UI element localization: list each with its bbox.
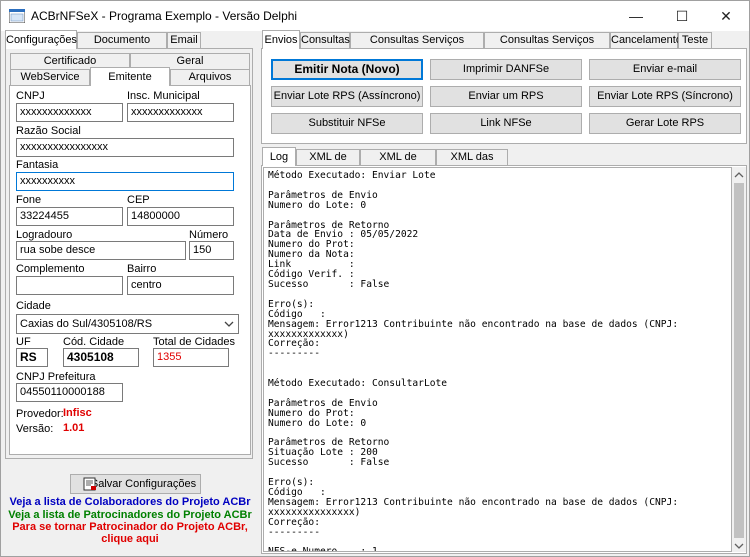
tab-consultas[interactable]: Consultas	[300, 32, 350, 49]
cod-cidade-label: Cód. Cidade	[63, 336, 125, 348]
app-window: ACBrNFSeX - Programa Exemplo - Versão De…	[0, 0, 750, 557]
fone-label: Fone	[16, 194, 42, 206]
maximize-button[interactable]: ☐	[659, 1, 705, 31]
scroll-up-icon[interactable]	[734, 170, 744, 178]
minimize-button[interactable]: —	[613, 1, 659, 31]
link-nfse-button[interactable]: Link NFSe	[430, 113, 582, 134]
razao-social-label: Razão Social	[16, 125, 81, 137]
enviar-um-rps-button[interactable]: Enviar um RPS	[430, 86, 582, 107]
insc-municipal-label: Insc. Municipal	[127, 90, 200, 102]
tab-xml-retorno[interactable]: XML de Retorno	[360, 149, 436, 178]
fone-field[interactable]: 33224455	[16, 207, 123, 226]
logradouro-label: Logradouro	[16, 229, 73, 241]
tab-documento-auxiliar[interactable]: Documento Auxiliar	[77, 32, 167, 61]
cep-field[interactable]: 14800000	[127, 207, 234, 226]
versao-value: 1.01	[63, 422, 85, 434]
numero-label: Número	[189, 229, 229, 241]
fantasia-label: Fantasia	[16, 159, 59, 171]
cnpj-label: CNPJ	[16, 90, 45, 102]
provedor-value: Infisc	[63, 407, 92, 419]
cidade-label: Cidade	[16, 300, 51, 312]
window-title: ACBrNFSeX - Programa Exemplo - Versão De…	[31, 9, 298, 23]
tab-arquivos[interactable]: Arquivos	[170, 69, 250, 86]
cidade-select[interactable]: Caxias do Sul/4305108/RS	[16, 314, 239, 334]
cidade-select-value: Caxias do Sul/4305108/RS	[20, 318, 153, 330]
tab-webservice[interactable]: WebService	[10, 69, 90, 86]
tab-consultas-servicos-tomados[interactable]: Consultas Serviços Tomados	[484, 32, 610, 61]
tab-email[interactable]: Email	[167, 32, 201, 49]
cnpj-prefeitura-label: CNPJ Prefeitura	[16, 371, 96, 383]
close-button[interactable]: ✕	[703, 1, 749, 31]
chevron-down-icon[interactable]	[223, 319, 235, 329]
emitir-nota-button[interactable]: Emitir Nota (Novo)	[271, 59, 423, 80]
versao-label: Versão:	[16, 423, 54, 435]
scroll-thumb[interactable]	[734, 183, 744, 538]
provedor-label: Provedor:	[16, 408, 64, 420]
tab-xml-notas[interactable]: XML das Notas	[436, 149, 508, 178]
substituir-nfse-button[interactable]: Substituir NFSe	[271, 113, 423, 134]
razao-social-field[interactable]: xxxxxxxxxxxxxxxx	[16, 138, 234, 157]
uf-field[interactable]: RS	[16, 348, 48, 367]
salvar-configuracoes-button[interactable]: Salvar Configurações	[70, 474, 201, 494]
complemento-field[interactable]	[16, 276, 123, 295]
save-icon	[83, 477, 97, 491]
complemento-label: Complemento	[16, 263, 85, 275]
title-bar: ACBrNFSeX - Programa Exemplo - Versão De…	[1, 1, 749, 31]
enviar-email-button[interactable]: Enviar e-mail	[589, 59, 741, 80]
patrocinadores-link[interactable]: Veja a lista de Patrocinadores do Projet…	[5, 509, 255, 521]
enviar-lote-sincrono-button[interactable]: Enviar Lote RPS (Síncrono)	[589, 86, 741, 107]
enviar-lote-assincrono-button[interactable]: Enviar Lote RPS (Assíncrono)	[271, 86, 423, 107]
clique-aqui-link[interactable]: clique aqui	[5, 533, 255, 545]
total-cidades-label: Total de Cidades	[153, 336, 235, 348]
bairro-label: Bairro	[127, 263, 157, 275]
tab-configuracoes[interactable]: Configurações	[5, 30, 77, 49]
salvar-configuracoes-label: Salvar Configurações	[90, 478, 197, 490]
tab-emitente[interactable]: Emitente	[90, 67, 170, 86]
logradouro-field[interactable]: rua sobe desce	[16, 241, 186, 260]
bairro-field[interactable]: centro	[127, 276, 234, 295]
cod-cidade-field[interactable]: 4305108	[63, 348, 139, 367]
imprimir-danfse-button[interactable]: Imprimir DANFSe	[430, 59, 582, 80]
patrocinar-link[interactable]: Para se tornar Patrocinador do Projeto A…	[5, 521, 255, 533]
tab-xml-envio[interactable]: XML de Envio	[296, 149, 360, 178]
cep-label: CEP	[127, 194, 150, 206]
insc-municipal-field[interactable]: xxxxxxxxxxxxx	[127, 103, 234, 122]
tab-log[interactable]: Log	[262, 147, 296, 166]
cnpj-field[interactable]: xxxxxxxxxxxxx	[16, 103, 123, 122]
scroll-down-icon[interactable]	[734, 541, 744, 549]
tab-consultas-servicos-prestados[interactable]: Consultas Serviços Prestados	[350, 32, 484, 61]
log-scrollbar[interactable]	[732, 167, 746, 552]
tab-teste[interactable]: Teste	[678, 32, 712, 49]
tab-envios[interactable]: Envios	[262, 30, 300, 49]
total-cidades-field[interactable]: 1355	[153, 348, 229, 367]
cnpj-prefeitura-field[interactable]: 04550110000188	[16, 383, 123, 402]
numero-field[interactable]: 150	[189, 241, 234, 260]
fantasia-field[interactable]: xxxxxxxxxx	[16, 172, 234, 191]
uf-label: UF	[16, 336, 31, 348]
tab-cancelamento[interactable]: Cancelamento	[610, 32, 682, 49]
app-icon	[8, 8, 26, 24]
log-memo[interactable]: Método Executado: Enviar Lote Parâmetros…	[263, 167, 732, 552]
gerar-lote-rps-button[interactable]: Gerar Lote RPS	[589, 113, 741, 134]
colaboradores-link[interactable]: Veja a lista de Colaboradores do Projeto…	[5, 496, 255, 508]
